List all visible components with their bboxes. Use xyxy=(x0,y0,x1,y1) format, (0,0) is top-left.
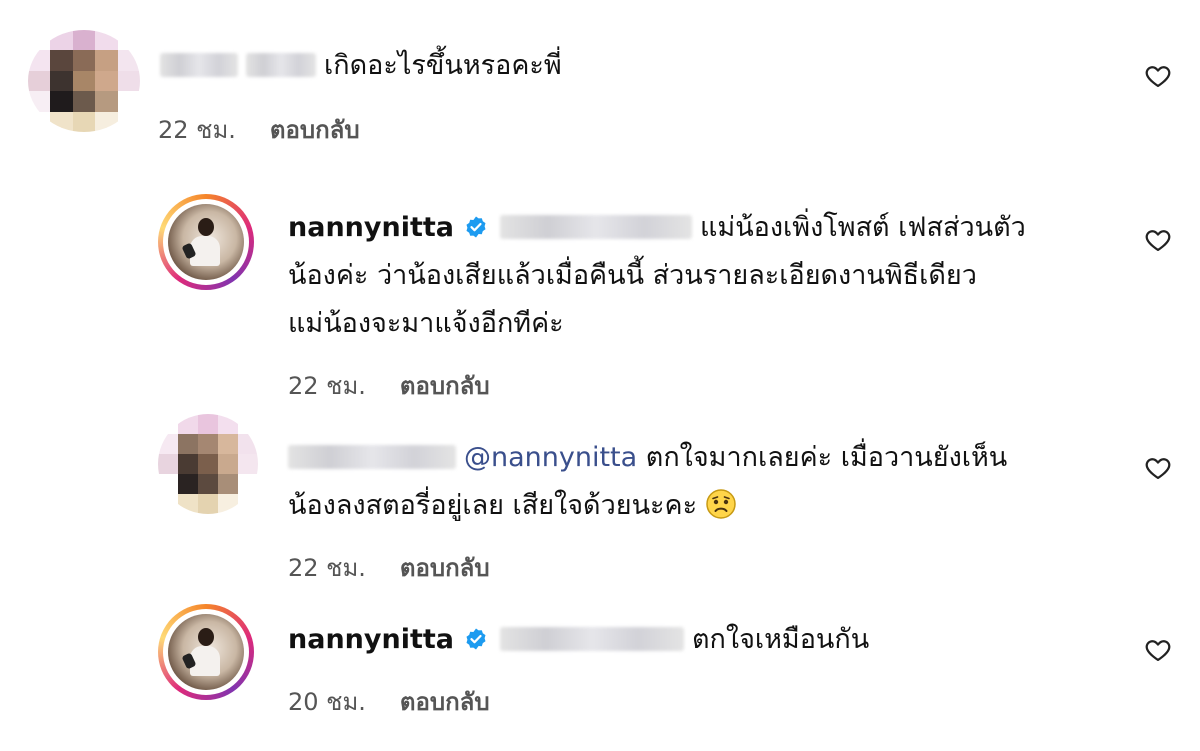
blurred-mention xyxy=(500,215,692,239)
avatar[interactable] xyxy=(28,30,140,132)
sad-face-emoji xyxy=(706,489,736,519)
verified-badge-icon xyxy=(466,216,486,238)
verified-badge-icon xyxy=(466,628,486,650)
comment-line-2: น้องลงสตอรี่อยู่เลย เสียใจด้วยนะคะ xyxy=(288,490,698,521)
heart-icon[interactable] xyxy=(1143,62,1173,90)
avatar[interactable] xyxy=(158,194,254,290)
avatar[interactable] xyxy=(158,414,258,514)
username[interactable]: nannynitta xyxy=(288,212,454,243)
blurred-mention xyxy=(500,627,684,651)
comment-meta: 22 ชม. ตอบกลับ xyxy=(158,110,360,149)
comment-line-1: ตกใจมากเลยค่ะ เมื่อวานยังเห็น xyxy=(645,442,1008,473)
comment-meta: 22 ชม. ตอบกลับ xyxy=(288,366,490,405)
blurred-username xyxy=(160,53,238,77)
comment-line-3: แม่น้องจะมาแจ้งอีกทีค่ะ xyxy=(288,308,564,339)
heart-icon[interactable] xyxy=(1143,636,1173,664)
comment-text: nannynitta ตกใจเหมือนกัน xyxy=(288,618,869,662)
comment-text: nannynitta แม่น้องเพิ่งโพสต์ เฟสส่วนตัว xyxy=(288,206,1026,250)
heart-icon[interactable] xyxy=(1143,454,1173,482)
reply-button[interactable]: ตอบกลับ xyxy=(400,688,490,716)
mention-link[interactable]: @nannynitta xyxy=(464,442,637,473)
timestamp: 22 ชม. xyxy=(158,116,236,144)
comment-line-2-wrap: น้องลงสตอรี่อยู่เลย เสียใจด้วยนะคะ xyxy=(288,484,737,528)
comment-body: เกิดอะไรขึ้นหรอคะพี่ xyxy=(324,50,562,81)
username[interactable]: nannynitta xyxy=(288,624,454,655)
comment-text: @nannynitta ตกใจมากเลยค่ะ เมื่อวานยังเห็… xyxy=(288,436,1007,480)
comment-line-1: แม่น้องเพิ่งโพสต์ เฟสส่วนตัว xyxy=(700,212,1026,243)
reply-button[interactable]: ตอบกลับ xyxy=(270,116,360,144)
comment-body: ตกใจเหมือนกัน xyxy=(692,624,870,655)
blurred-mention xyxy=(246,53,316,77)
timestamp: 20 ชม. xyxy=(288,688,366,716)
comment-text: เกิดอะไรขึ้นหรอคะพี่ xyxy=(160,44,562,88)
timestamp: 22 ชม. xyxy=(288,372,366,400)
comment-line-2: น้องค่ะ ว่าน้องเสียแล้วเมื่อคืนนี้ ส่วนร… xyxy=(288,260,977,291)
avatar[interactable] xyxy=(158,604,254,700)
blurred-username xyxy=(288,445,456,469)
timestamp: 22 ชม. xyxy=(288,554,366,582)
reply-button[interactable]: ตอบกลับ xyxy=(400,554,490,582)
comment-meta: 20 ชม. ตอบกลับ xyxy=(288,682,490,721)
heart-icon[interactable] xyxy=(1143,226,1173,254)
reply-button[interactable]: ตอบกลับ xyxy=(400,372,490,400)
comment-meta: 22 ชม. ตอบกลับ xyxy=(288,548,490,587)
